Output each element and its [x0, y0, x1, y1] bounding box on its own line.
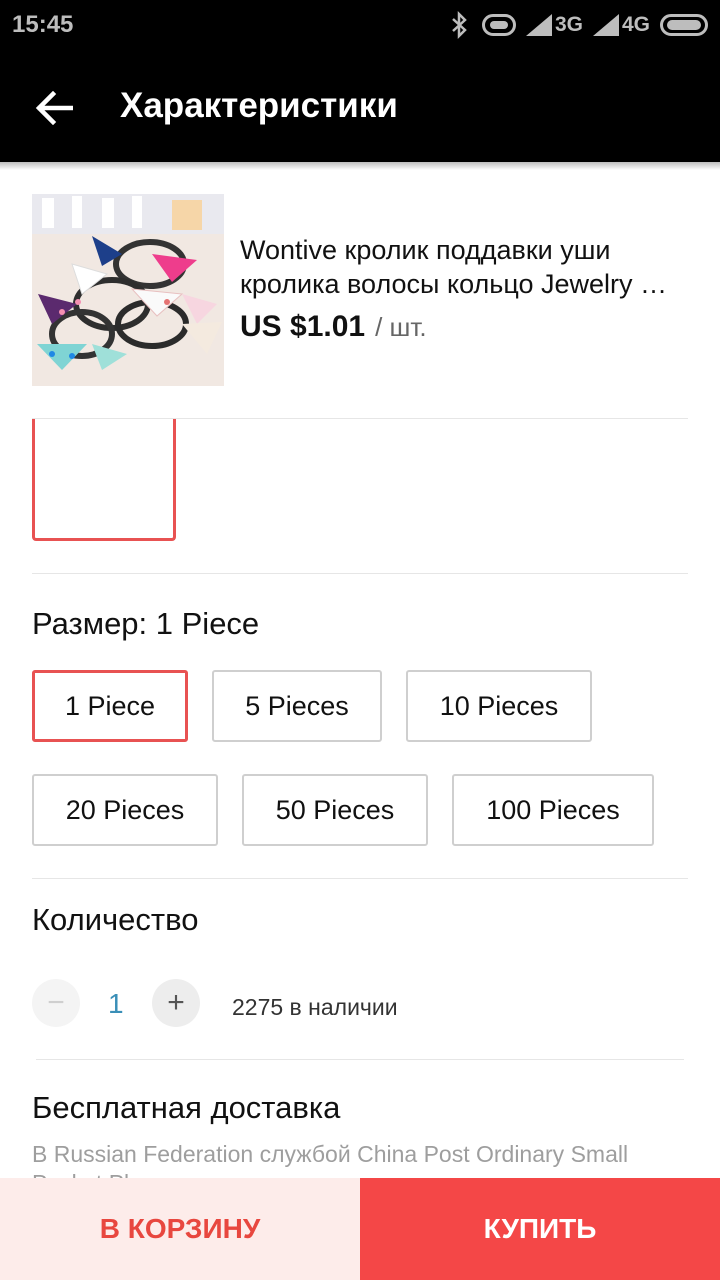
page-title: Характеристики: [120, 86, 398, 125]
status-bar: 15:45 3G 4G: [0, 0, 720, 52]
stock-count: 2275 в наличии: [232, 994, 398, 1020]
quantity-value[interactable]: 1: [108, 988, 124, 1020]
size-option-5-pieces[interactable]: 5 Pieces: [212, 670, 382, 742]
add-to-cart-button[interactable]: В КОРЗИНУ: [0, 1178, 360, 1280]
color-option-selected[interactable]: [32, 419, 176, 541]
bluetooth-icon: [452, 10, 467, 40]
size-option-100-pieces[interactable]: 100 Pieces: [452, 774, 654, 846]
divider: [32, 573, 688, 574]
product-name: Wontive кролик поддавки уши кролика воло…: [240, 233, 690, 301]
price-unit: / шт.: [375, 312, 427, 342]
app-bar-shadow: [0, 162, 720, 170]
size-option-10-pieces[interactable]: 10 Pieces: [406, 670, 592, 742]
buy-now-button[interactable]: КУПИТЬ: [360, 1178, 720, 1280]
quantity-decrease-button[interactable]: −: [32, 979, 80, 1027]
battery-icon: [660, 14, 708, 36]
product-image[interactable]: [32, 194, 224, 386]
divider: [32, 878, 688, 879]
shipping-description: В Russian Federation службой China Post …: [32, 1141, 629, 1180]
product-price: US $1.01: [240, 310, 366, 343]
signal-icon: 3G: [525, 13, 583, 37]
back-button[interactable]: [22, 76, 86, 140]
quantity-increase-button[interactable]: +: [152, 979, 200, 1027]
product-name-line: кролика волосы кольцо Jewelry …: [240, 269, 668, 299]
price-row: US $1.01 / шт.: [240, 310, 427, 344]
size-label: Размер: 1 Piece: [32, 606, 260, 641]
hair-ties-photo: [32, 194, 224, 386]
status-icons: 3G 4G: [448, 10, 708, 40]
size-option-1-piece[interactable]: 1 Piece: [32, 670, 188, 742]
status-time: 15:45: [12, 11, 74, 38]
signal-icon: 4G: [592, 13, 650, 37]
vibrate-icon: [481, 14, 516, 36]
shipping-title: Бесплатная доставка: [32, 1090, 341, 1125]
app-bar: Характеристики: [0, 52, 720, 162]
network-4g-label: 4G: [621, 13, 650, 36]
bottom-action-bar: В КОРЗИНУ КУПИТЬ: [0, 1178, 720, 1280]
network-3g-label: 3G: [554, 13, 583, 36]
arrow-left-icon: [35, 91, 73, 125]
product-name-line: Wontive кролик поддавки уши: [240, 235, 611, 265]
size-option-20-pieces[interactable]: 20 Pieces: [32, 774, 218, 846]
divider: [36, 1059, 684, 1060]
quantity-label: Количество: [32, 902, 199, 937]
size-option-50-pieces[interactable]: 50 Pieces: [242, 774, 428, 846]
